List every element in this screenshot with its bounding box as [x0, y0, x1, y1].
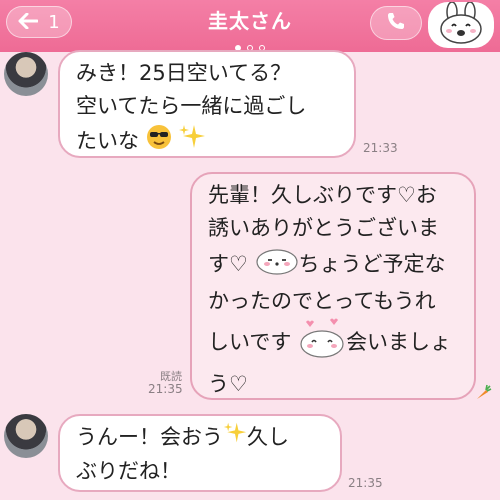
message-line: 先輩！久しぶりです♡お — [208, 183, 437, 207]
chat-area[interactable]: みき！25日空いてる？ 空いてたら一緒に過ごし たいな 21:33 既読 21:… — [0, 50, 500, 500]
sparkles-emoji — [223, 421, 247, 455]
message-line: 会いましょ — [346, 330, 452, 354]
message-time: 21:35 — [148, 382, 183, 396]
message-line: かったのでとってもうれ — [208, 289, 436, 313]
sparkles-emoji — [178, 123, 206, 161]
sticker-button[interactable] — [428, 1, 494, 48]
message-time: 21:35 — [348, 476, 383, 490]
message-line: 空いてたら一緒に過ごし — [76, 94, 307, 118]
message-line: 誘いありがとうございま — [208, 216, 439, 240]
message-line: す♡ — [208, 252, 248, 276]
seal-sticker — [298, 318, 346, 368]
message-bubble[interactable]: 先輩！久しぶりです♡お 誘いありがとうございま す♡ ちょうど予定な かったので… — [190, 172, 476, 400]
avatar[interactable] — [4, 52, 48, 96]
chat-header: 1 圭太さん — [0, 0, 500, 52]
carrot-icon — [474, 384, 492, 406]
message-bubble[interactable]: みき！25日空いてる？ 空いてたら一緒に過ごし たいな — [58, 50, 356, 158]
message-line: 久し — [247, 425, 289, 449]
message-bubble[interactable]: うんー！会おう 久し ぶりだね！ — [58, 414, 342, 492]
call-button[interactable] — [370, 6, 422, 40]
bunny-sticker-icon — [433, 1, 489, 48]
message-line: しいです — [208, 330, 292, 354]
avatar[interactable] — [4, 414, 48, 458]
chat-title: 圭太さん — [208, 9, 292, 33]
message-line: たいな — [76, 129, 139, 153]
message-line: ちょうど予定な — [298, 252, 446, 276]
sunglasses-emoji — [146, 124, 172, 160]
message-time: 21:33 — [363, 141, 398, 155]
message-line: ぶりだね！ — [76, 459, 181, 483]
message-line: う♡ — [208, 372, 248, 396]
message-line: うんー！会おう — [76, 425, 223, 449]
message-line: みき！25日空いてる？ — [76, 61, 292, 85]
phone-icon — [386, 11, 406, 35]
seal-sticker — [255, 245, 299, 285]
